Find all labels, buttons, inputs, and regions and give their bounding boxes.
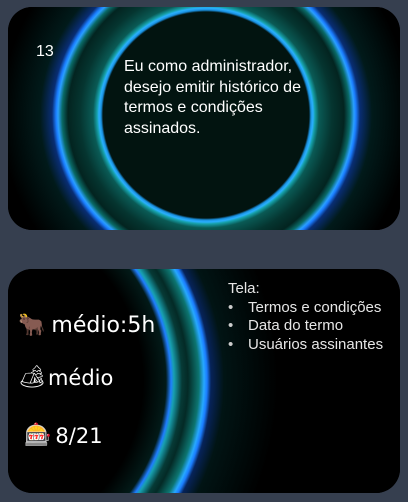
- story-card: 13 Eu como administrador, desejo emitir …: [8, 7, 400, 230]
- screen-item: Usuários assinantes: [228, 336, 383, 355]
- screen-item: Termos e condições: [228, 299, 383, 318]
- screen-title: Tela:: [228, 280, 260, 297]
- ox-icon: 🐂: [18, 313, 46, 338]
- complexity-label: médio: [47, 365, 114, 390]
- complexity-stat: 🏕 médio: [18, 365, 113, 390]
- screen-list: Tela: Termos e condições Data do termo U…: [228, 280, 383, 354]
- details-card: 🐂 médio:5h 🏕 médio 🎰 8/21 Tela: Termos e…: [8, 269, 400, 493]
- screen-item: Data do termo: [228, 317, 383, 336]
- slot-machine-icon: 🎰: [24, 423, 52, 448]
- effort-stat: 🐂 médio:5h: [18, 313, 155, 338]
- odds-stat: 🎰 8/21: [24, 423, 103, 448]
- odds-label: 8/21: [55, 423, 103, 448]
- story-number: 13: [36, 43, 54, 60]
- camping-icon: 🏕: [18, 365, 46, 390]
- effort-label: médio:5h: [51, 313, 156, 338]
- story-text: Eu como administrador, desejo emitir his…: [124, 58, 301, 137]
